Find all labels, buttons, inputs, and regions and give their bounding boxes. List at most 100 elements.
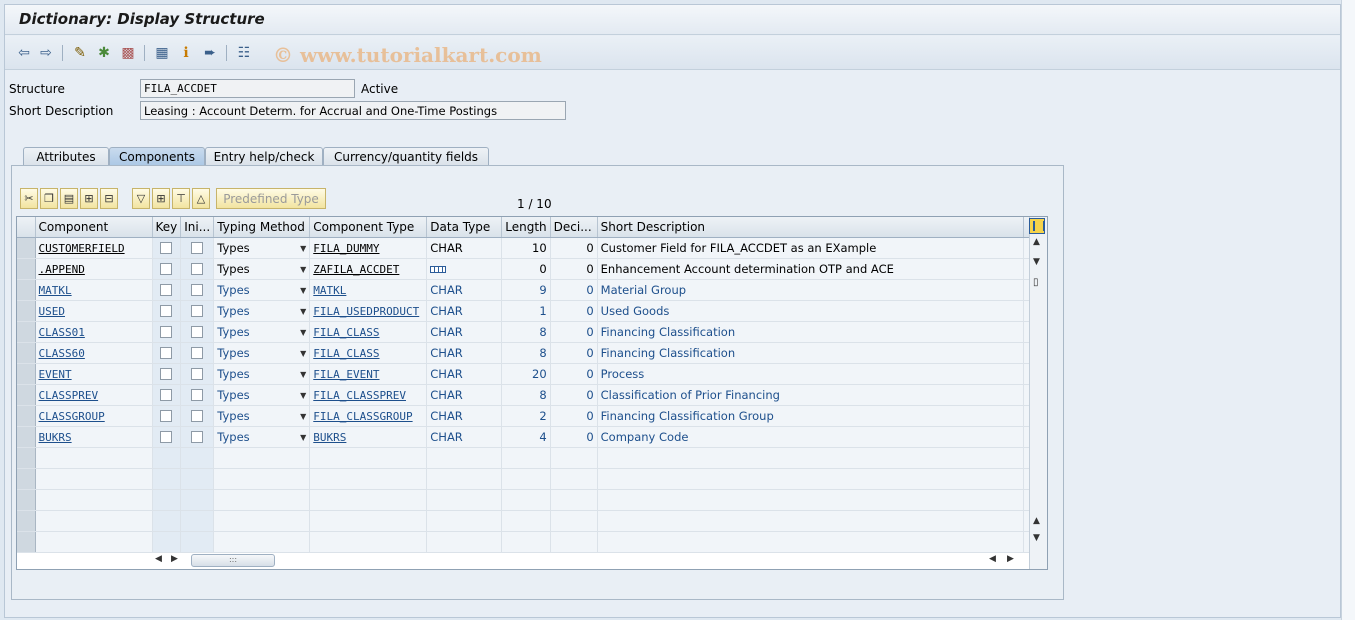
checkbox[interactable]: [191, 368, 204, 380]
table-row[interactable]: MATKL Types ▼ MATKL CHAR 9 0 Material Group: [17, 279, 1035, 301]
checkbox[interactable]: [160, 263, 173, 275]
initial-values-cell[interactable]: [180, 342, 215, 364]
short-description-field[interactable]: Leasing : Account Determ. for Accrual an…: [140, 101, 566, 120]
column-header-data-type[interactable]: Data Type: [426, 217, 503, 238]
component-cell[interactable]: CLASSGROUP: [35, 405, 153, 427]
typing-method-cell[interactable]: Types ▼: [213, 405, 311, 427]
key-cell[interactable]: [152, 426, 182, 448]
checkbox[interactable]: [191, 284, 204, 296]
component-name[interactable]: CLASSGROUP: [39, 410, 105, 423]
table-row[interactable]: [17, 468, 1035, 490]
row-selector[interactable]: [17, 510, 36, 532]
scroll-right-icon[interactable]: ▶: [171, 554, 178, 564]
component-type-name[interactable]: FILA_CLASSGROUP: [313, 410, 412, 423]
checkbox[interactable]: [160, 368, 173, 380]
component-type-name[interactable]: FILA_USEDPRODUCT: [313, 305, 419, 318]
checkbox[interactable]: [191, 410, 204, 422]
row-selector[interactable]: [17, 363, 36, 385]
component-type-name[interactable]: FILA_DUMMY: [313, 242, 379, 255]
tree-icon[interactable]: ☷: [235, 44, 253, 62]
component-cell[interactable]: .APPEND: [35, 258, 153, 280]
table-row[interactable]: [17, 489, 1035, 511]
checkbox[interactable]: [191, 263, 204, 275]
key-cell[interactable]: [152, 258, 182, 280]
row-selector[interactable]: [17, 279, 36, 301]
checkbox[interactable]: [160, 305, 173, 317]
component-name[interactable]: MATKL: [39, 284, 72, 297]
component-name[interactable]: CUSTOMERFIELD: [39, 242, 125, 255]
typing-method-cell[interactable]: Types ▼: [213, 363, 311, 385]
checkbox[interactable]: [191, 389, 204, 401]
table-row[interactable]: BUKRS Types ▼ BUKRS CHAR 4 0 Company Code: [17, 426, 1035, 448]
initial-values-cell[interactable]: [180, 426, 215, 448]
scroll-up-icon[interactable]: ▲: [1033, 237, 1040, 247]
component-cell[interactable]: MATKL: [35, 279, 153, 301]
column-header-typing-method[interactable]: Typing Method: [213, 217, 311, 238]
table-row[interactable]: [17, 510, 1035, 532]
dropdown-arrow-icon[interactable]: ▼: [300, 328, 306, 337]
component-name[interactable]: .APPEND: [39, 263, 85, 276]
component-type-cell[interactable]: FILA_EVENT: [309, 363, 428, 385]
component-cell[interactable]: EVENT: [35, 363, 153, 385]
column-header-decimals[interactable]: Deci...: [550, 217, 598, 238]
row-selector[interactable]: [17, 531, 36, 553]
dropdown-arrow-icon[interactable]: ▼: [300, 265, 306, 274]
component-name[interactable]: BUKRS: [39, 431, 72, 444]
component-type-name[interactable]: FILA_CLASS: [313, 347, 379, 360]
row-selector[interactable]: [17, 468, 36, 490]
component-type-name[interactable]: FILA_CLASS: [313, 326, 379, 339]
checkbox[interactable]: [160, 410, 173, 422]
checkbox[interactable]: [160, 347, 173, 359]
predefined-type-button[interactable]: Predefined Type: [216, 188, 326, 209]
checkbox[interactable]: [160, 326, 173, 338]
dropdown-arrow-icon[interactable]: ▼: [300, 349, 306, 358]
object-list-icon[interactable]: ▩: [119, 44, 137, 62]
table-row[interactable]: EVENT Types ▼ FILA_EVENT CHAR 20 0 Process: [17, 363, 1035, 385]
typing-method-cell[interactable]: Types ▼: [213, 300, 311, 322]
dropdown-arrow-icon[interactable]: ▼: [300, 307, 306, 316]
checkbox[interactable]: [191, 305, 204, 317]
column-header-short-description[interactable]: Short Description: [597, 217, 1024, 238]
component-name[interactable]: USED: [39, 305, 66, 318]
structure-field[interactable]: FILA_ACCDET: [140, 79, 355, 98]
typing-method-cell[interactable]: Types ▼: [213, 342, 311, 364]
column-header-initial[interactable]: Ini...: [180, 217, 215, 238]
table-row[interactable]: CLASS60 Types ▼ FILA_CLASS CHAR 8 0 Financing C…: [17, 342, 1035, 364]
checkbox[interactable]: [191, 242, 204, 254]
component-type-name[interactable]: MATKL: [313, 284, 346, 297]
forward-arrow-icon[interactable]: ⇨: [37, 44, 55, 62]
dropdown-arrow-icon[interactable]: ▼: [300, 433, 306, 442]
tab-currency-quantity-fields[interactable]: Currency/quantity fields: [323, 147, 489, 167]
scroll-left-icon[interactable]: ◀: [989, 554, 996, 564]
insert-row-icon[interactable]: ⊞: [80, 188, 98, 209]
component-type-cell[interactable]: FILA_CLASSGROUP: [309, 405, 428, 427]
key-cell[interactable]: [152, 237, 182, 259]
key-cell[interactable]: [152, 405, 182, 427]
copy-icon[interactable]: ❐: [40, 188, 58, 209]
key-cell[interactable]: [152, 321, 182, 343]
table-row[interactable]: USED Types ▼ FILA_USEDPRODUCT CHAR 1 0 Used Goo…: [17, 300, 1035, 322]
row-selector[interactable]: [17, 300, 36, 322]
scroll-thumb[interactable]: :::: [191, 554, 275, 567]
component-cell[interactable]: CUSTOMERFIELD: [35, 237, 153, 259]
component-type-cell[interactable]: FILA_CLASSPREV: [309, 384, 428, 406]
row-selector[interactable]: [17, 342, 36, 364]
horizontal-scrollbar[interactable]: ◀ ▶ ::: ◀ ▶: [155, 552, 1027, 568]
cut-icon[interactable]: ✂: [20, 188, 38, 209]
row-selector[interactable]: [17, 426, 36, 448]
component-type-cell[interactable]: FILA_CLASS: [309, 342, 428, 364]
navigate-icon[interactable]: ➨: [201, 44, 219, 62]
initial-values-cell[interactable]: [180, 363, 215, 385]
table-row[interactable]: CUSTOMERFIELD Types ▼ FILA_DUMMY CHAR 10 0 Cust…: [17, 237, 1035, 259]
checkbox[interactable]: [191, 347, 204, 359]
component-cell[interactable]: CLASS01: [35, 321, 153, 343]
column-settings-icon[interactable]: [1029, 218, 1045, 234]
vertical-scrollbar[interactable]: ▲ ▼ ▯ ▲ ▼: [1029, 217, 1047, 569]
typing-method-cell[interactable]: Types ▼: [213, 426, 311, 448]
component-cell[interactable]: USED: [35, 300, 153, 322]
row-selector[interactable]: [17, 237, 36, 259]
dropdown-arrow-icon[interactable]: ▼: [300, 244, 306, 253]
tab-components[interactable]: Components: [109, 147, 205, 167]
row-selector[interactable]: [17, 489, 36, 511]
dropdown-arrow-icon[interactable]: ▼: [300, 412, 306, 421]
